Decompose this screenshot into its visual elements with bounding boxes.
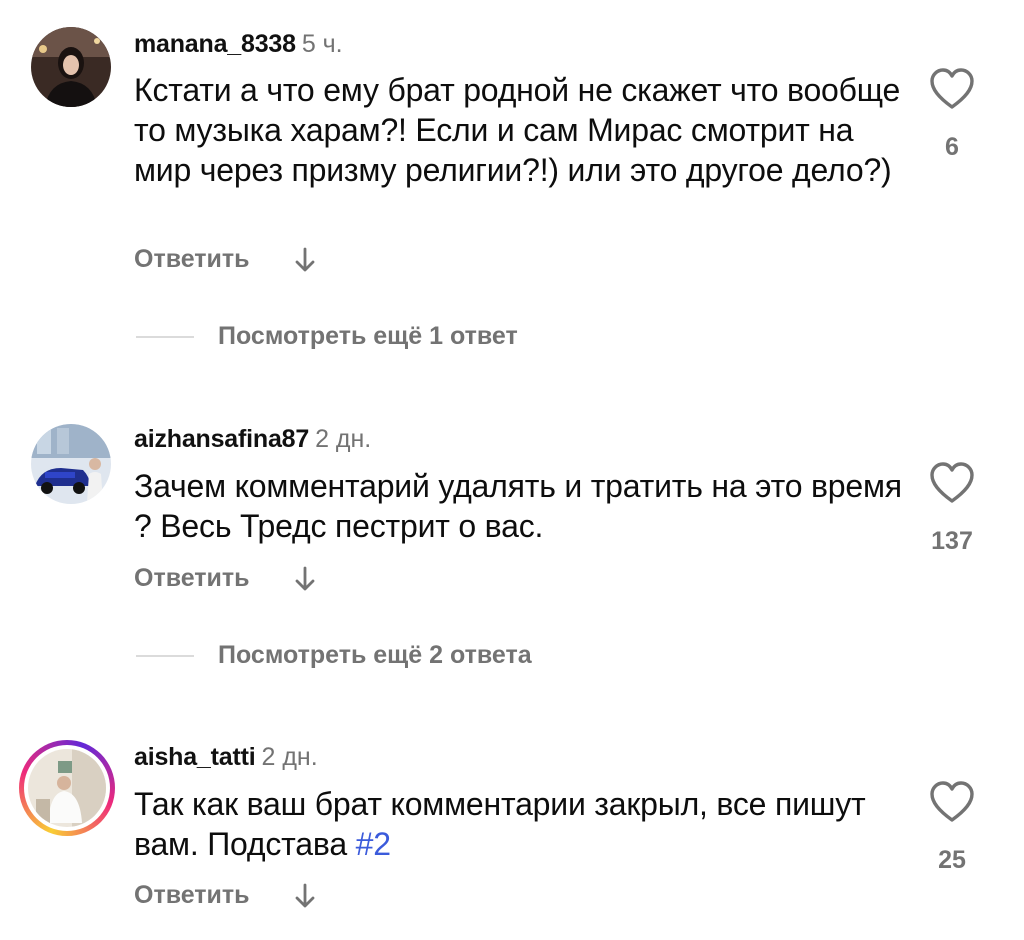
heart-outline-icon	[930, 462, 974, 503]
timestamp: 5 ч.	[301, 30, 343, 58]
avatar	[28, 749, 106, 827]
avatar-image	[31, 424, 111, 504]
comment-text: Кстати а что ему брат родной не скажет ч…	[134, 72, 901, 188]
like-count: 25	[938, 846, 966, 874]
like-button[interactable]	[928, 780, 976, 824]
heart-outline-icon	[930, 781, 974, 822]
reply-button[interactable]: Ответить	[134, 564, 250, 593]
comment-actions: Ответить	[134, 245, 316, 274]
comment-actions: Ответить	[134, 564, 316, 593]
comment-text: Так как ваш брат комментарии закрыл, все…	[134, 784, 904, 864]
avatar-image	[31, 27, 111, 107]
view-replies[interactable]: Посмотреть ещё 2 ответа	[136, 641, 532, 670]
avatar-story-ring[interactable]	[19, 740, 115, 836]
divider-line	[136, 654, 194, 657]
avatar-image	[28, 749, 106, 827]
like-button[interactable]	[928, 67, 976, 111]
comment-meta: aisha_tatti 2 дн.	[134, 742, 318, 772]
arrow-down-icon[interactable]	[294, 882, 316, 910]
timestamp: 2 дн.	[261, 743, 318, 771]
comment-text-body: Так как ваш брат комментарии закрыл, все…	[134, 786, 866, 862]
reply-button[interactable]: Ответить	[134, 245, 250, 274]
comment-text: Зачем комментарий удалять и тратить на э…	[134, 468, 902, 544]
comment-actions: Ответить	[134, 881, 316, 910]
view-more-replies-link[interactable]: Посмотреть ещё 1 ответ	[218, 322, 518, 351]
avatar[interactable]	[31, 424, 111, 504]
arrow-down-icon[interactable]	[294, 246, 316, 274]
like-count: 137	[931, 527, 973, 555]
view-more-replies-link[interactable]: Посмотреть ещё 2 ответа	[218, 641, 532, 670]
divider-line	[136, 335, 194, 338]
comment-meta: manana_8338 5 ч.	[134, 29, 343, 59]
reply-button[interactable]: Ответить	[134, 881, 250, 910]
hashtag-link[interactable]: #2	[356, 826, 391, 862]
story-ring-gap	[24, 745, 110, 831]
username[interactable]: aisha_tatti	[134, 743, 256, 771]
username[interactable]: manana_8338	[134, 30, 296, 58]
timestamp: 2 дн.	[315, 425, 372, 453]
like-button[interactable]	[928, 461, 976, 505]
username[interactable]: aizhansafina87	[134, 425, 309, 453]
arrow-down-icon[interactable]	[294, 565, 316, 593]
view-replies[interactable]: Посмотреть ещё 1 ответ	[136, 322, 518, 351]
comment-meta: aizhansafina87 2 дн.	[134, 424, 371, 454]
avatar[interactable]	[31, 27, 111, 107]
like-count: 6	[945, 133, 959, 161]
heart-outline-icon	[930, 68, 974, 109]
